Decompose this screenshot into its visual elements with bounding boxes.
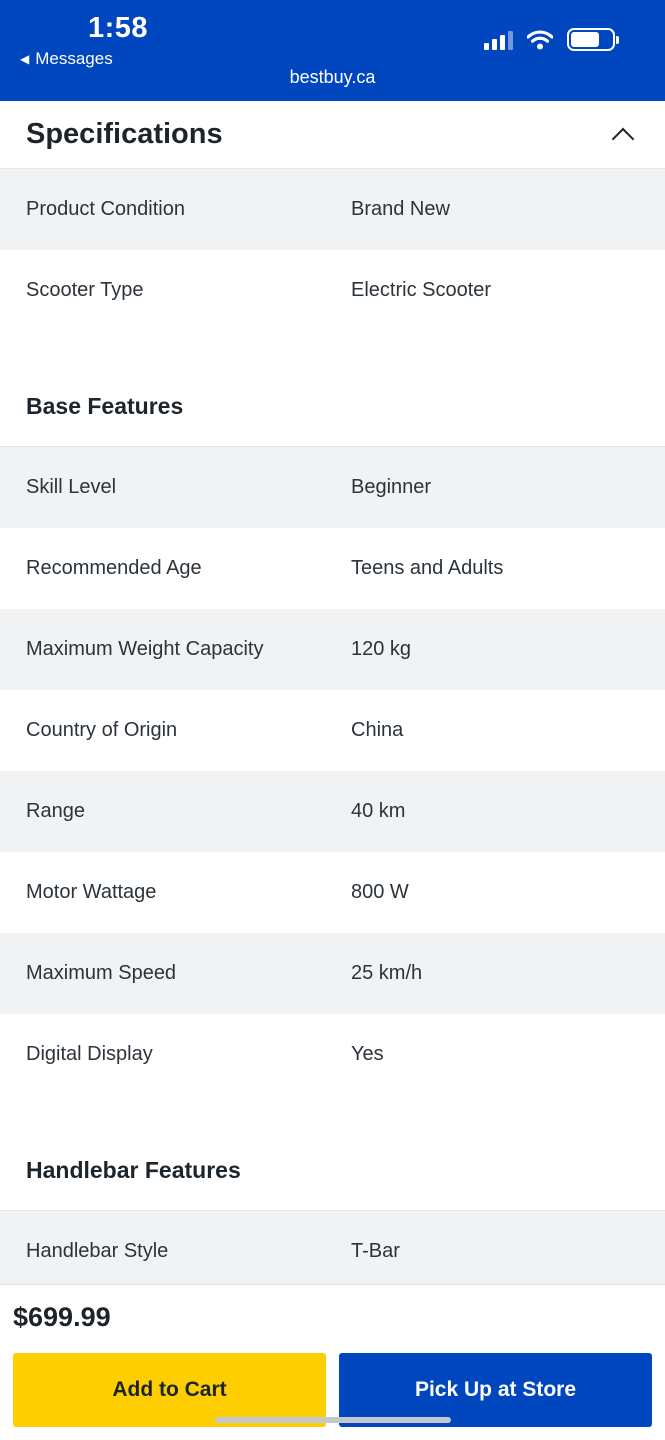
chevron-up-icon[interactable]: [611, 127, 635, 150]
spec-value: Brand New: [351, 198, 450, 220]
spec-label: Recommended Age: [26, 557, 202, 579]
spec-row: Skill Level Beginner: [0, 447, 665, 528]
battery-icon: [567, 28, 619, 51]
wifi-icon: [527, 29, 553, 49]
home-indicator[interactable]: [215, 1417, 451, 1423]
spec-value: 120 kg: [351, 638, 412, 660]
spec-label: Country of Origin: [26, 719, 178, 741]
spec-row: Motor Wattage 800 W: [0, 852, 665, 933]
spec-value: Electric Scooter: [351, 279, 492, 301]
spec-label: Motor Wattage: [26, 881, 157, 903]
status-bar: 1:58 ◀ Messages bestbuy.ca: [0, 0, 665, 101]
spec-row: Recommended Age Teens and Adults: [0, 528, 665, 609]
status-time: 1:58: [88, 12, 149, 44]
specifications-header[interactable]: Specifications: [0, 101, 665, 169]
spec-value: China: [351, 719, 404, 741]
spec-row: Product Condition Brand New: [0, 169, 665, 250]
spec-label: Skill Level: [26, 476, 117, 498]
spec-label: Product Condition: [26, 198, 185, 220]
add-to-cart-button[interactable]: Add to Cart: [13, 1353, 326, 1427]
spec-row: Digital Display Yes: [0, 1014, 665, 1095]
spec-label: Maximum Speed: [26, 962, 177, 984]
status-icons: [484, 28, 619, 51]
specifications-panel: Specifications Product Condition Brand N…: [0, 101, 665, 1292]
back-arrow-icon: ◀: [20, 52, 30, 66]
spec-label: Scooter Type: [26, 279, 144, 301]
spec-value: 25 km/h: [351, 962, 423, 984]
spec-row: Handlebar Style T-Bar: [0, 1211, 665, 1292]
spec-value: Beginner: [351, 476, 432, 498]
spec-value: T-Bar: [351, 1240, 400, 1262]
spec-label: Handlebar Style: [26, 1240, 169, 1262]
spec-row: Maximum Speed 25 km/h: [0, 933, 665, 1014]
spec-value: Teens and Adults: [351, 557, 504, 579]
specifications-title: Specifications: [26, 118, 223, 150]
spec-label: Digital Display: [26, 1043, 153, 1065]
spec-label: Maximum Weight Capacity: [26, 638, 264, 660]
url-label[interactable]: bestbuy.ca: [0, 67, 665, 88]
spec-value: 40 km: [351, 800, 406, 822]
back-to-messages-link[interactable]: ◀ Messages: [20, 49, 113, 69]
back-label: Messages: [35, 49, 113, 68]
spec-row: Scooter Type Electric Scooter: [0, 250, 665, 331]
product-price: $699.99: [13, 1302, 111, 1332]
base-features-heading: Base Features: [0, 331, 665, 447]
spec-row: Range 40 km: [0, 771, 665, 852]
spec-row: Country of Origin China: [0, 690, 665, 771]
spec-label: Range: [26, 800, 85, 822]
pick-up-at-store-button[interactable]: Pick Up at Store: [339, 1353, 652, 1427]
spec-value: 800 W: [351, 881, 409, 903]
spec-row: Maximum Weight Capacity 120 kg: [0, 609, 665, 690]
spec-value: Yes: [351, 1043, 384, 1065]
handlebar-features-heading: Handlebar Features: [0, 1095, 665, 1211]
cellular-signal-icon: [484, 30, 513, 50]
